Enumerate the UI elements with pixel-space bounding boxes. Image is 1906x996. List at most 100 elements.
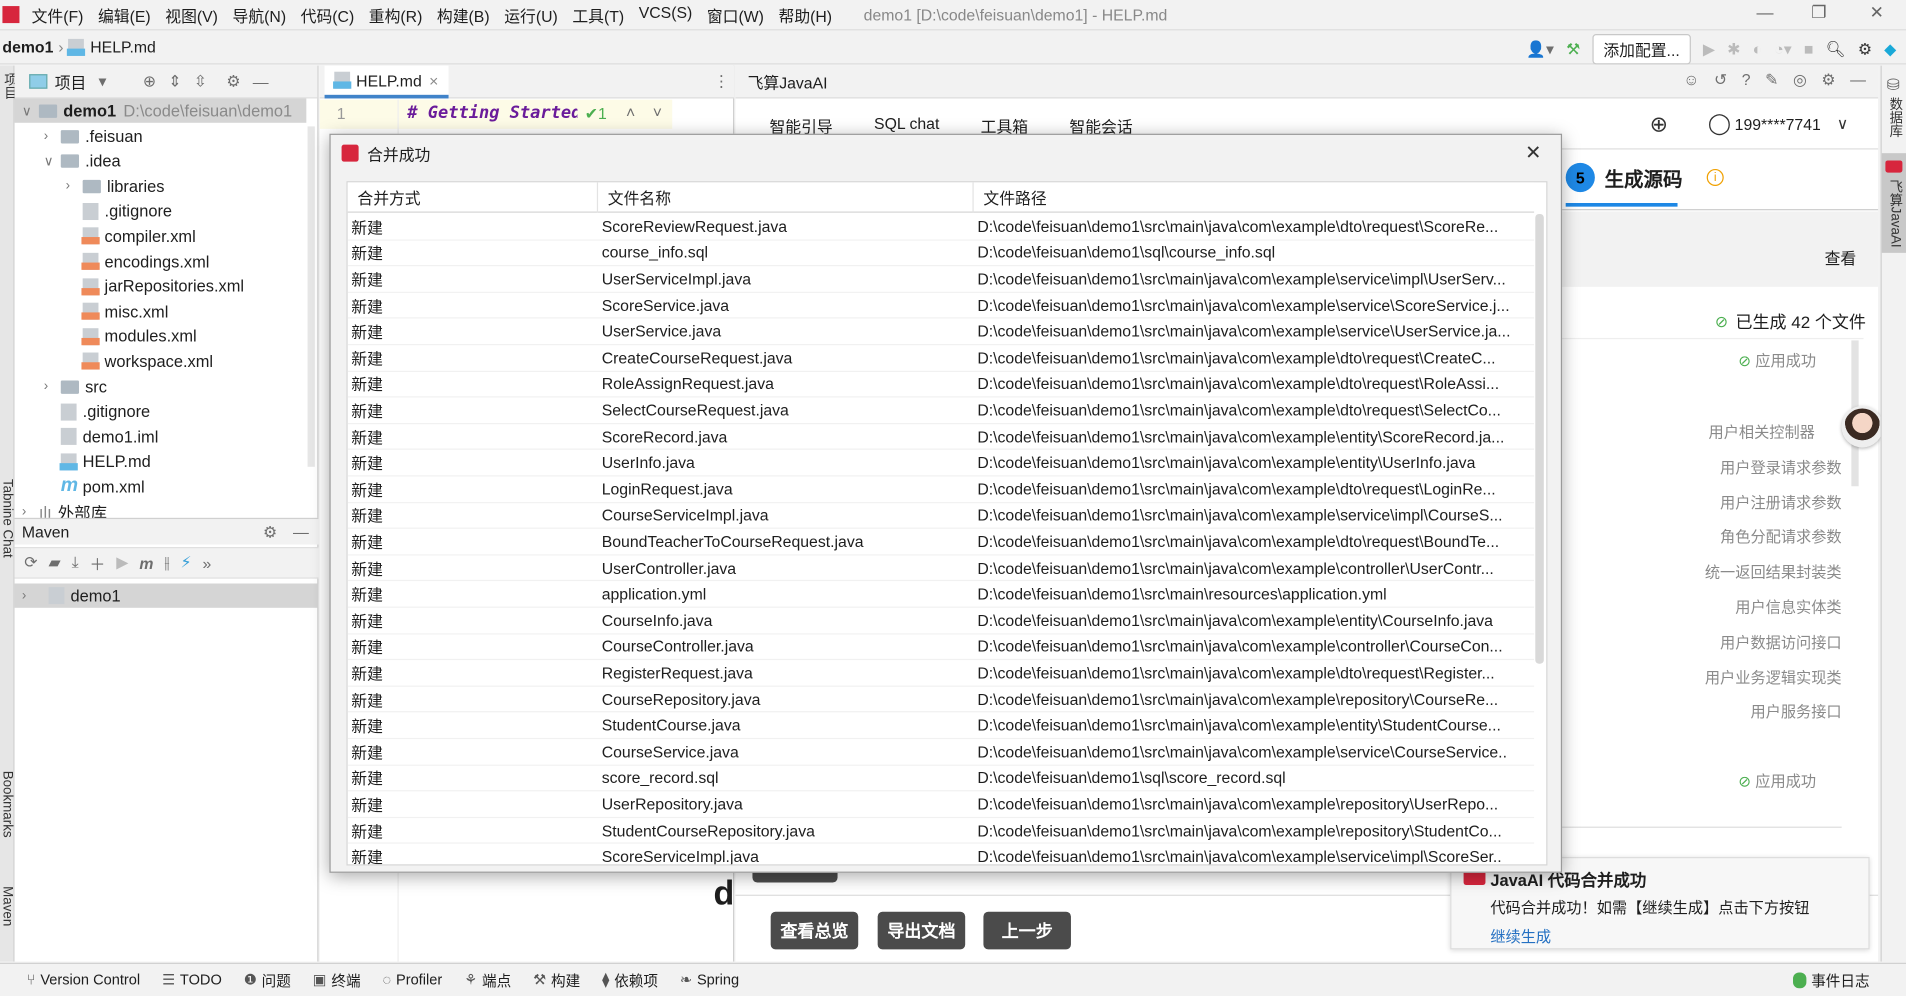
- reload-icon[interactable]: ⟳: [24, 553, 37, 572]
- export-doc-button[interactable]: 导出文档: [877, 911, 966, 950]
- generated-file-description[interactable]: 用户相关控制器: [1709, 419, 1815, 442]
- tab-help-md[interactable]: HELP.md ×: [324, 65, 449, 99]
- event-log-button[interactable]: 事件日志: [1792, 969, 1870, 990]
- tree-item[interactable]: demo1.iml: [15, 424, 307, 448]
- menu-item[interactable]: 编辑(E): [91, 3, 158, 26]
- tree-item[interactable]: misc.xml: [15, 299, 307, 323]
- maven-project-row[interactable]: › demo1: [14, 583, 319, 608]
- user-icon[interactable]: 👤▾: [1526, 40, 1554, 59]
- status-tool-6[interactable]: ⚒ 构建: [533, 969, 580, 990]
- tree-item[interactable]: compiler.xml: [15, 224, 307, 248]
- table-row[interactable]: 新建 ScoreReviewRequest.java D:\code\feisuan…: [347, 214, 1535, 241]
- tree-root[interactable]: ∨ demo1 D:\code\feisuan\demo1: [14, 98, 307, 123]
- previous-highlight-icon[interactable]: ˄: [626, 103, 635, 121]
- tree-item[interactable]: m pom.xml: [15, 475, 307, 499]
- download-icon[interactable]: ⤓: [72, 553, 79, 572]
- add-configuration-button[interactable]: 添加配置...: [1592, 34, 1691, 65]
- menu-item[interactable]: 重构(R): [362, 3, 430, 26]
- table-row[interactable]: 新建 CourseServiceImpl.java D:\code\feisuan\…: [347, 503, 1535, 530]
- tree-item[interactable]: › libraries: [15, 174, 307, 198]
- table-row[interactable]: 新建 LoginRequest.java D:\code\feisuan\demo1…: [347, 477, 1535, 503]
- close-window-button[interactable]: ✕: [1870, 2, 1884, 23]
- table-row[interactable]: 新建 UserController.java D:\code\feisuan\dem…: [347, 555, 1535, 582]
- table-row[interactable]: 新建 RoleAssignRequest.java D:\code\feisuan\…: [347, 371, 1535, 398]
- table-row[interactable]: 新建 ScoreService.java D:\code\feisuan\demo1…: [347, 293, 1535, 319]
- stop-icon[interactable]: ■: [1804, 40, 1814, 58]
- column-header-file-path[interactable]: 文件路径: [974, 182, 1534, 212]
- view-overview-button[interactable]: 查看总览: [770, 911, 859, 950]
- continue-generate-link[interactable]: 继续生成: [1490, 924, 1551, 947]
- stripe-tabnine[interactable]: Tabnine Chat: [0, 479, 15, 558]
- stripe-database[interactable]: 数据库: [1885, 97, 1904, 137]
- table-row[interactable]: 新建 score_record.sql D:\code\feisuan\demo1\…: [347, 765, 1535, 792]
- generated-file-description[interactable]: 用户业务逻辑实现类: [1705, 664, 1842, 687]
- stripe-bookmarks[interactable]: Bookmarks: [0, 771, 15, 838]
- table-row[interactable]: 新建 CourseService.java D:\code\feisuan\demo…: [347, 739, 1535, 766]
- tree-item[interactable]: ∨ .idea: [15, 149, 307, 173]
- target-icon[interactable]: ◎: [1793, 71, 1807, 90]
- generated-file-description[interactable]: 用户登录请求参数: [1720, 454, 1842, 477]
- minimize-button[interactable]: —: [1757, 2, 1774, 21]
- inspection-ok-icon[interactable]: ✔1: [585, 105, 607, 124]
- breadcrumb-project[interactable]: demo1: [2, 38, 53, 56]
- table-row[interactable]: 新建 course_info.sql D:\code\feisuan\demo1\s…: [347, 240, 1535, 267]
- hide-panel-icon[interactable]: —: [253, 72, 269, 90]
- tree-item[interactable]: encodings.xml: [15, 249, 307, 273]
- tree-item[interactable]: workspace.xml: [15, 349, 307, 373]
- edit-icon[interactable]: ✎: [1765, 71, 1778, 90]
- table-row[interactable]: 新建 BoundTeacherToCourseRequest.java D:\cod…: [347, 529, 1535, 556]
- locate-icon[interactable]: ⊕: [143, 72, 156, 91]
- chevron-down-icon[interactable]: ∨: [1837, 114, 1849, 133]
- table-row[interactable]: 新建 UserService.java D:\code\feisuan\demo1\…: [347, 319, 1535, 346]
- generated-file-description[interactable]: 用户信息实体类: [1735, 594, 1841, 617]
- add-folder-icon[interactable]: ▰: [49, 553, 61, 572]
- table-row[interactable]: 新建 ScoreRecord.java D:\code\feisuan\demo1\…: [347, 424, 1535, 451]
- close-tab-icon[interactable]: ×: [429, 71, 438, 89]
- chevron-right-icon[interactable]: ›: [66, 179, 83, 194]
- table-row[interactable]: 新建 RegisterRequest.java D:\code\feisuan\de…: [347, 660, 1535, 687]
- run-icon[interactable]: ▶: [1703, 40, 1715, 59]
- breadcrumb-file[interactable]: HELP.md: [90, 38, 156, 56]
- help-icon[interactable]: ?: [1742, 71, 1751, 90]
- menu-item[interactable]: 窗口(W): [700, 3, 772, 26]
- project-scrollbar[interactable]: [307, 126, 315, 467]
- settings-gear-icon[interactable]: ⚙: [1858, 40, 1872, 59]
- user-phone[interactable]: 199****7741: [1735, 115, 1821, 133]
- chevron-right-icon[interactable]: ›: [44, 129, 61, 144]
- next-highlight-icon[interactable]: ˅: [653, 103, 662, 121]
- table-row[interactable]: 新建 CourseRepository.java D:\code\feisuan\d…: [347, 687, 1535, 713]
- tree-item[interactable]: HELP.md: [15, 450, 307, 474]
- chevron-down-icon[interactable]: ∨: [44, 153, 61, 169]
- code-line[interactable]: 1 # Getting Started ✔1 ˄ ˅: [319, 99, 673, 129]
- add-icon[interactable]: ⊕: [1650, 112, 1668, 138]
- status-tool-4[interactable]: ◌ Profiler: [382, 969, 442, 990]
- profile-icon[interactable]: ◔▾: [1774, 40, 1791, 59]
- chevron-down-icon[interactable]: ▾: [98, 72, 106, 91]
- tree-item[interactable]: › .feisuan: [15, 124, 307, 148]
- menu-item[interactable]: 构建(B): [430, 3, 497, 26]
- table-row[interactable]: 新建 UserRepository.java D:\code\feisuan\dem…: [347, 792, 1535, 818]
- more-vertical-icon[interactable]: ⋮: [714, 72, 730, 91]
- menu-item[interactable]: 运行(U): [497, 3, 565, 26]
- ai-assistant-icon[interactable]: ☺: [1683, 71, 1699, 90]
- status-tool-5[interactable]: ⚘ 端点: [464, 969, 511, 990]
- history-icon[interactable]: ↺: [1714, 71, 1727, 90]
- view-button[interactable]: 查看: [1825, 246, 1857, 269]
- close-dialog-button[interactable]: ✕: [1525, 141, 1541, 165]
- generated-file-description[interactable]: 用户服务接口: [1750, 699, 1841, 722]
- status-tool-8[interactable]: ❧ Spring: [680, 969, 739, 990]
- table-row[interactable]: 新建 CreateCourseRequest.java D:\code\feisua…: [347, 345, 1535, 372]
- debug-icon[interactable]: ✱: [1727, 40, 1740, 59]
- offline-icon[interactable]: ⚡: [180, 553, 191, 572]
- expand-all-icon[interactable]: ⇕: [168, 72, 181, 91]
- table-row[interactable]: 新建 StudentCourse.java D:\code\feisuan\demo…: [347, 713, 1535, 740]
- restore-button[interactable]: ❐: [1811, 2, 1826, 23]
- run-icon[interactable]: ▶: [116, 553, 128, 572]
- project-view-selector[interactable]: 项目: [55, 70, 87, 93]
- menu-item[interactable]: 导航(N): [225, 3, 293, 26]
- more-icon[interactable]: »: [203, 554, 212, 572]
- stripe-javaai[interactable]: 飞算JavaAI: [1885, 180, 1904, 248]
- generated-file-description[interactable]: 用户数据访问接口: [1720, 629, 1842, 652]
- generated-file-description[interactable]: 统一返回结果封装类: [1705, 559, 1842, 582]
- status-tool-0[interactable]: ⑂ Version Control: [27, 969, 140, 990]
